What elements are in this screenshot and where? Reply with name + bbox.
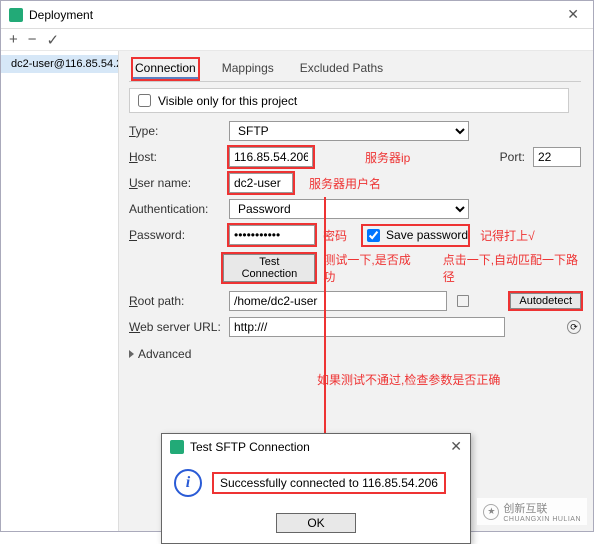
host-label: Host:	[129, 150, 221, 164]
watermark-icon: ★	[483, 504, 499, 520]
visible-only-checkbox[interactable]	[138, 94, 151, 107]
advanced-section[interactable]: Advanced	[129, 347, 581, 361]
dialog-close-icon[interactable]: ✕	[450, 438, 462, 455]
visible-only-row: Visible only for this project	[129, 88, 569, 113]
web-url-open-icon[interactable]: ⟳	[567, 320, 581, 334]
add-icon[interactable]: +	[9, 31, 18, 48]
username-input[interactable]	[229, 173, 293, 193]
autodetect-button[interactable]: Autodetect	[510, 293, 581, 309]
toolbar: + − ✓	[1, 29, 593, 51]
visible-only-label: Visible only for this project	[158, 94, 297, 108]
titlebar: Deployment ✕	[1, 1, 593, 29]
annotation-autodetect: 点击一下,自动匹配一下路径	[443, 251, 581, 285]
type-label: Type:	[129, 124, 221, 138]
save-password-label: Save password	[386, 228, 468, 242]
annotation-server-user: 服务器用户名	[309, 175, 381, 192]
annotation-remember: 记得打上√	[480, 227, 535, 244]
type-select[interactable]: SFTP	[229, 121, 469, 141]
sidebar-item-server[interactable]: dc2-user@116.85.54.207	[1, 55, 118, 73]
root-path-browse-icon[interactable]	[457, 295, 469, 307]
dialog-message: Successfully connected to 116.85.54.206	[214, 474, 444, 492]
dialog-title: Test SFTP Connection	[190, 440, 310, 454]
deployment-window: Deployment ✕ + − ✓ dc2-user@116.85.54.20…	[0, 0, 594, 532]
user-label: User name:	[129, 176, 221, 190]
chevron-right-icon	[129, 350, 134, 358]
test-connection-button[interactable]: Test Connection	[223, 254, 315, 282]
arrow-line	[324, 197, 326, 443]
web-url-input[interactable]	[229, 317, 505, 337]
save-password-checkbox[interactable]	[367, 229, 380, 242]
dialog-ok-button[interactable]: OK	[276, 513, 356, 533]
dialog-titlebar: Test SFTP Connection ✕	[162, 434, 470, 459]
auth-label: Authentication:	[129, 202, 221, 216]
watermark: ★ 创新互联 CHUANGXIN HULIAN	[477, 498, 587, 525]
dialog-app-icon	[170, 440, 184, 454]
annotation-server-ip: 服务器ip	[365, 149, 410, 166]
watermark-sub: CHUANGXIN HULIAN	[503, 516, 581, 523]
tab-mappings[interactable]: Mappings	[220, 59, 276, 79]
host-input[interactable]	[229, 147, 313, 167]
tab-connection[interactable]: Connection	[133, 59, 198, 79]
tabs: Connection Mappings Excluded Paths	[129, 57, 581, 82]
info-icon: i	[174, 469, 202, 497]
annotation-fail: 如果测试不通过,检查参数是否正确	[317, 371, 500, 388]
close-icon[interactable]: ✕	[561, 6, 585, 23]
window-title: Deployment	[29, 8, 93, 22]
annotation-test: 测试一下,是否成功	[323, 251, 416, 285]
sidebar: dc2-user@116.85.54.207	[1, 51, 119, 531]
test-connection-dialog: Test SFTP Connection ✕ i Successfully co…	[161, 433, 471, 544]
watermark-brand: 创新互联	[503, 500, 581, 516]
annotation-password: 密码	[323, 227, 347, 244]
auth-select[interactable]: Password	[229, 199, 469, 219]
advanced-label: Advanced	[138, 347, 191, 361]
check-icon[interactable]: ✓	[47, 31, 60, 49]
tab-excluded[interactable]: Excluded Paths	[298, 59, 385, 79]
password-label: Password:	[129, 228, 221, 242]
app-icon	[9, 8, 23, 22]
port-label: Port:	[500, 150, 525, 164]
port-input[interactable]	[533, 147, 581, 167]
remove-icon[interactable]: −	[28, 31, 37, 48]
root-path-input[interactable]	[229, 291, 447, 311]
sidebar-item-label: dc2-user@116.85.54.207	[11, 58, 118, 70]
password-input[interactable]	[229, 225, 315, 245]
root-path-label: Root path:	[129, 294, 221, 308]
web-url-label: Web server URL:	[129, 320, 221, 334]
